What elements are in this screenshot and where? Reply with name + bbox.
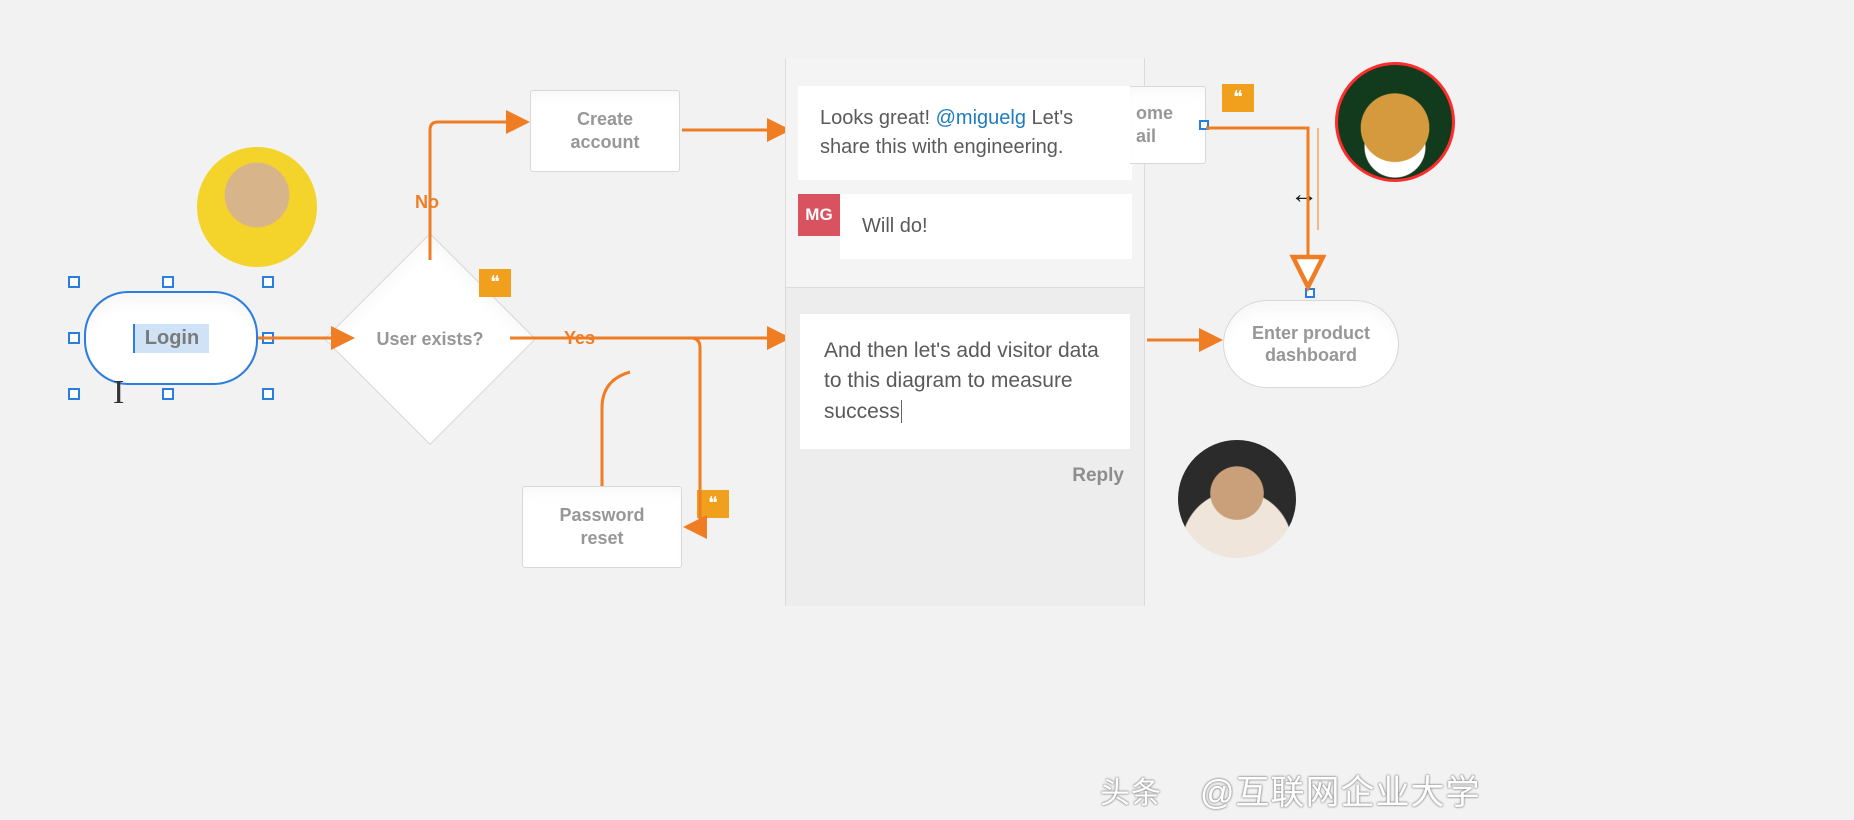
watermark-text: 头条 [1100, 768, 1162, 812]
watermark-text: @互联网企业大学 [1200, 765, 1481, 814]
edges-right [0, 0, 1500, 620]
